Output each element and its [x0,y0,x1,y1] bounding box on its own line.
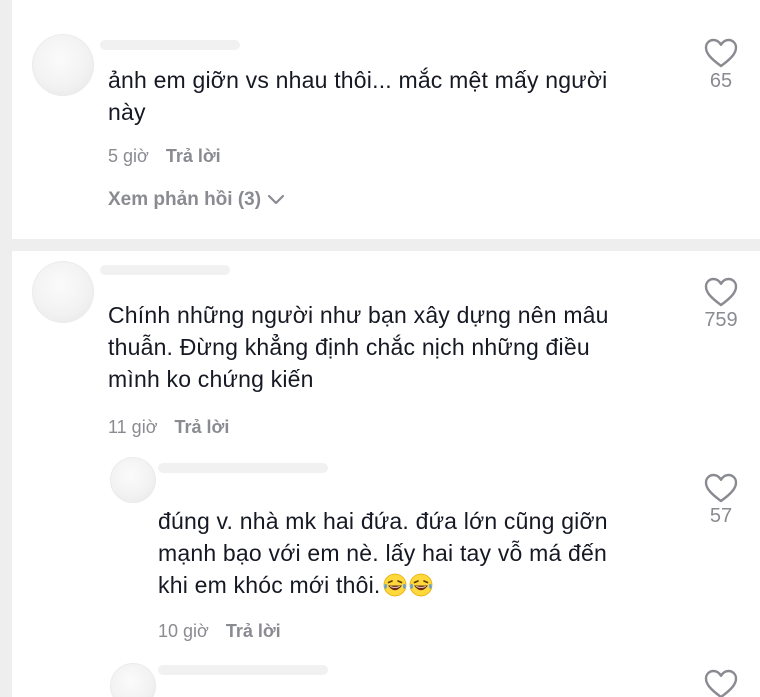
next-reply-avatar[interactable] [110,663,156,697]
next-reply-username-blurred[interactable] [158,665,328,675]
like-count: 759 [704,309,738,331]
like-button[interactable]: 57 [691,473,751,528]
comment-card: Chính những người như bạn xây dựng nên m… [12,251,760,697]
reply-button[interactable]: Trả lời [175,417,230,437]
reply-username-blurred[interactable] [158,463,328,473]
laughing-tears-emoji-icon [383,573,406,597]
comment-text: Chính những người như bạn xây dựng nên m… [108,302,609,392]
comment-time: 5 giờ [108,146,149,166]
reply-time: 10 giờ [158,621,209,641]
comment-meta: 11 giờ Trả lời [108,417,229,438]
heart-outline-icon [704,277,738,307]
reply-meta: 10 giờ Trả lời [158,621,281,642]
reply-button[interactable]: Trả lời [166,146,221,166]
heart-outline-icon [704,38,738,68]
comment-card: ảnh em giỡn vs nhau thôi... mắc mệt mấy … [12,0,760,239]
comment-meta: 5 giờ Trả lời [108,146,221,167]
comment-text: ảnh em giỡn vs nhau thôi... mắc mệt mấy … [108,67,608,125]
laughing-tears-emoji-icon [409,573,432,597]
username-blurred[interactable] [100,265,230,275]
like-button[interactable]: 759 [691,277,751,332]
avatar[interactable] [32,261,94,323]
view-replies-button[interactable]: Xem phản hồi (3) [108,189,285,211]
heart-outline-icon [704,669,738,697]
like-count: 57 [709,505,733,527]
reply-avatar[interactable] [110,457,156,503]
view-replies-label: Xem phản hồi (3) [108,189,262,210]
heart-outline-icon [704,473,738,503]
like-button[interactable]: 65 [691,38,751,93]
like-count: 65 [709,70,733,92]
reply-text: đúng v. nhà mk hai đứa. đứa lớn cũng giỡ… [158,508,608,598]
username-blurred[interactable] [100,40,240,50]
chevron-down-icon [267,194,285,205]
like-button[interactable] [691,669,751,697]
avatar[interactable] [32,34,94,96]
comment-time: 11 giờ [108,417,158,437]
reply-button[interactable]: Trả lời [226,621,281,641]
